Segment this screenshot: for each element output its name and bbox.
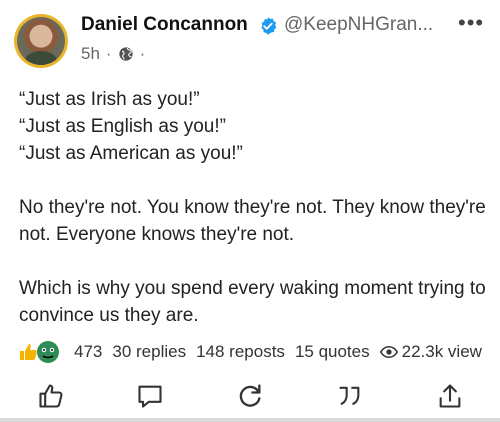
replies-count[interactable]: 30 replies	[112, 342, 186, 362]
post-paragraph: Which is why you spend every waking mome…	[19, 278, 486, 326]
action-bar	[0, 378, 500, 414]
post-line: “Just as Irish as you!”	[19, 89, 200, 110]
stats-row: 473 30 replies 148 reposts 15 quotes 22.…	[16, 340, 482, 364]
avatar[interactable]	[14, 14, 68, 68]
post-line: “Just as English as you!”	[19, 116, 226, 137]
author-name[interactable]: Daniel Concannon	[81, 14, 248, 36]
post-card: Daniel Concannon @KeepNHGran... ••• 5h ·…	[0, 0, 500, 422]
comment-icon[interactable]	[136, 382, 164, 410]
repost-icon[interactable]	[236, 382, 264, 410]
post-time: 5h	[81, 44, 100, 63]
post-line: “Just as American as you!”	[19, 143, 243, 164]
views-count[interactable]: 22.3k view	[402, 342, 482, 362]
verified-badge-icon	[261, 17, 277, 35]
quote-icon[interactable]	[335, 382, 363, 410]
quotes-count[interactable]: 15 quotes	[295, 342, 370, 362]
thumbs-up-icon[interactable]	[37, 382, 65, 410]
divider	[0, 418, 500, 422]
post-meta: 5h · ·	[81, 44, 145, 64]
author-handle[interactable]: @KeepNHGran...	[284, 14, 433, 36]
globe-icon	[118, 47, 133, 61]
reaction-count[interactable]: 473	[74, 342, 102, 362]
emoji-reaction-icon	[37, 341, 59, 363]
more-options-icon[interactable]: •••	[458, 10, 484, 36]
reaction-icons[interactable]	[16, 340, 68, 364]
meta-separator-2: ·	[139, 44, 146, 63]
post-text: “Just as Irish as you!” “Just as English…	[19, 86, 489, 329]
avatar-photo	[17, 17, 65, 65]
share-icon[interactable]	[436, 382, 464, 410]
reposts-count[interactable]: 148 reposts	[196, 342, 285, 362]
post-paragraph: No they're not. You know they're not. Th…	[19, 197, 486, 245]
meta-separator: ·	[105, 44, 112, 63]
eye-icon	[379, 345, 398, 359]
